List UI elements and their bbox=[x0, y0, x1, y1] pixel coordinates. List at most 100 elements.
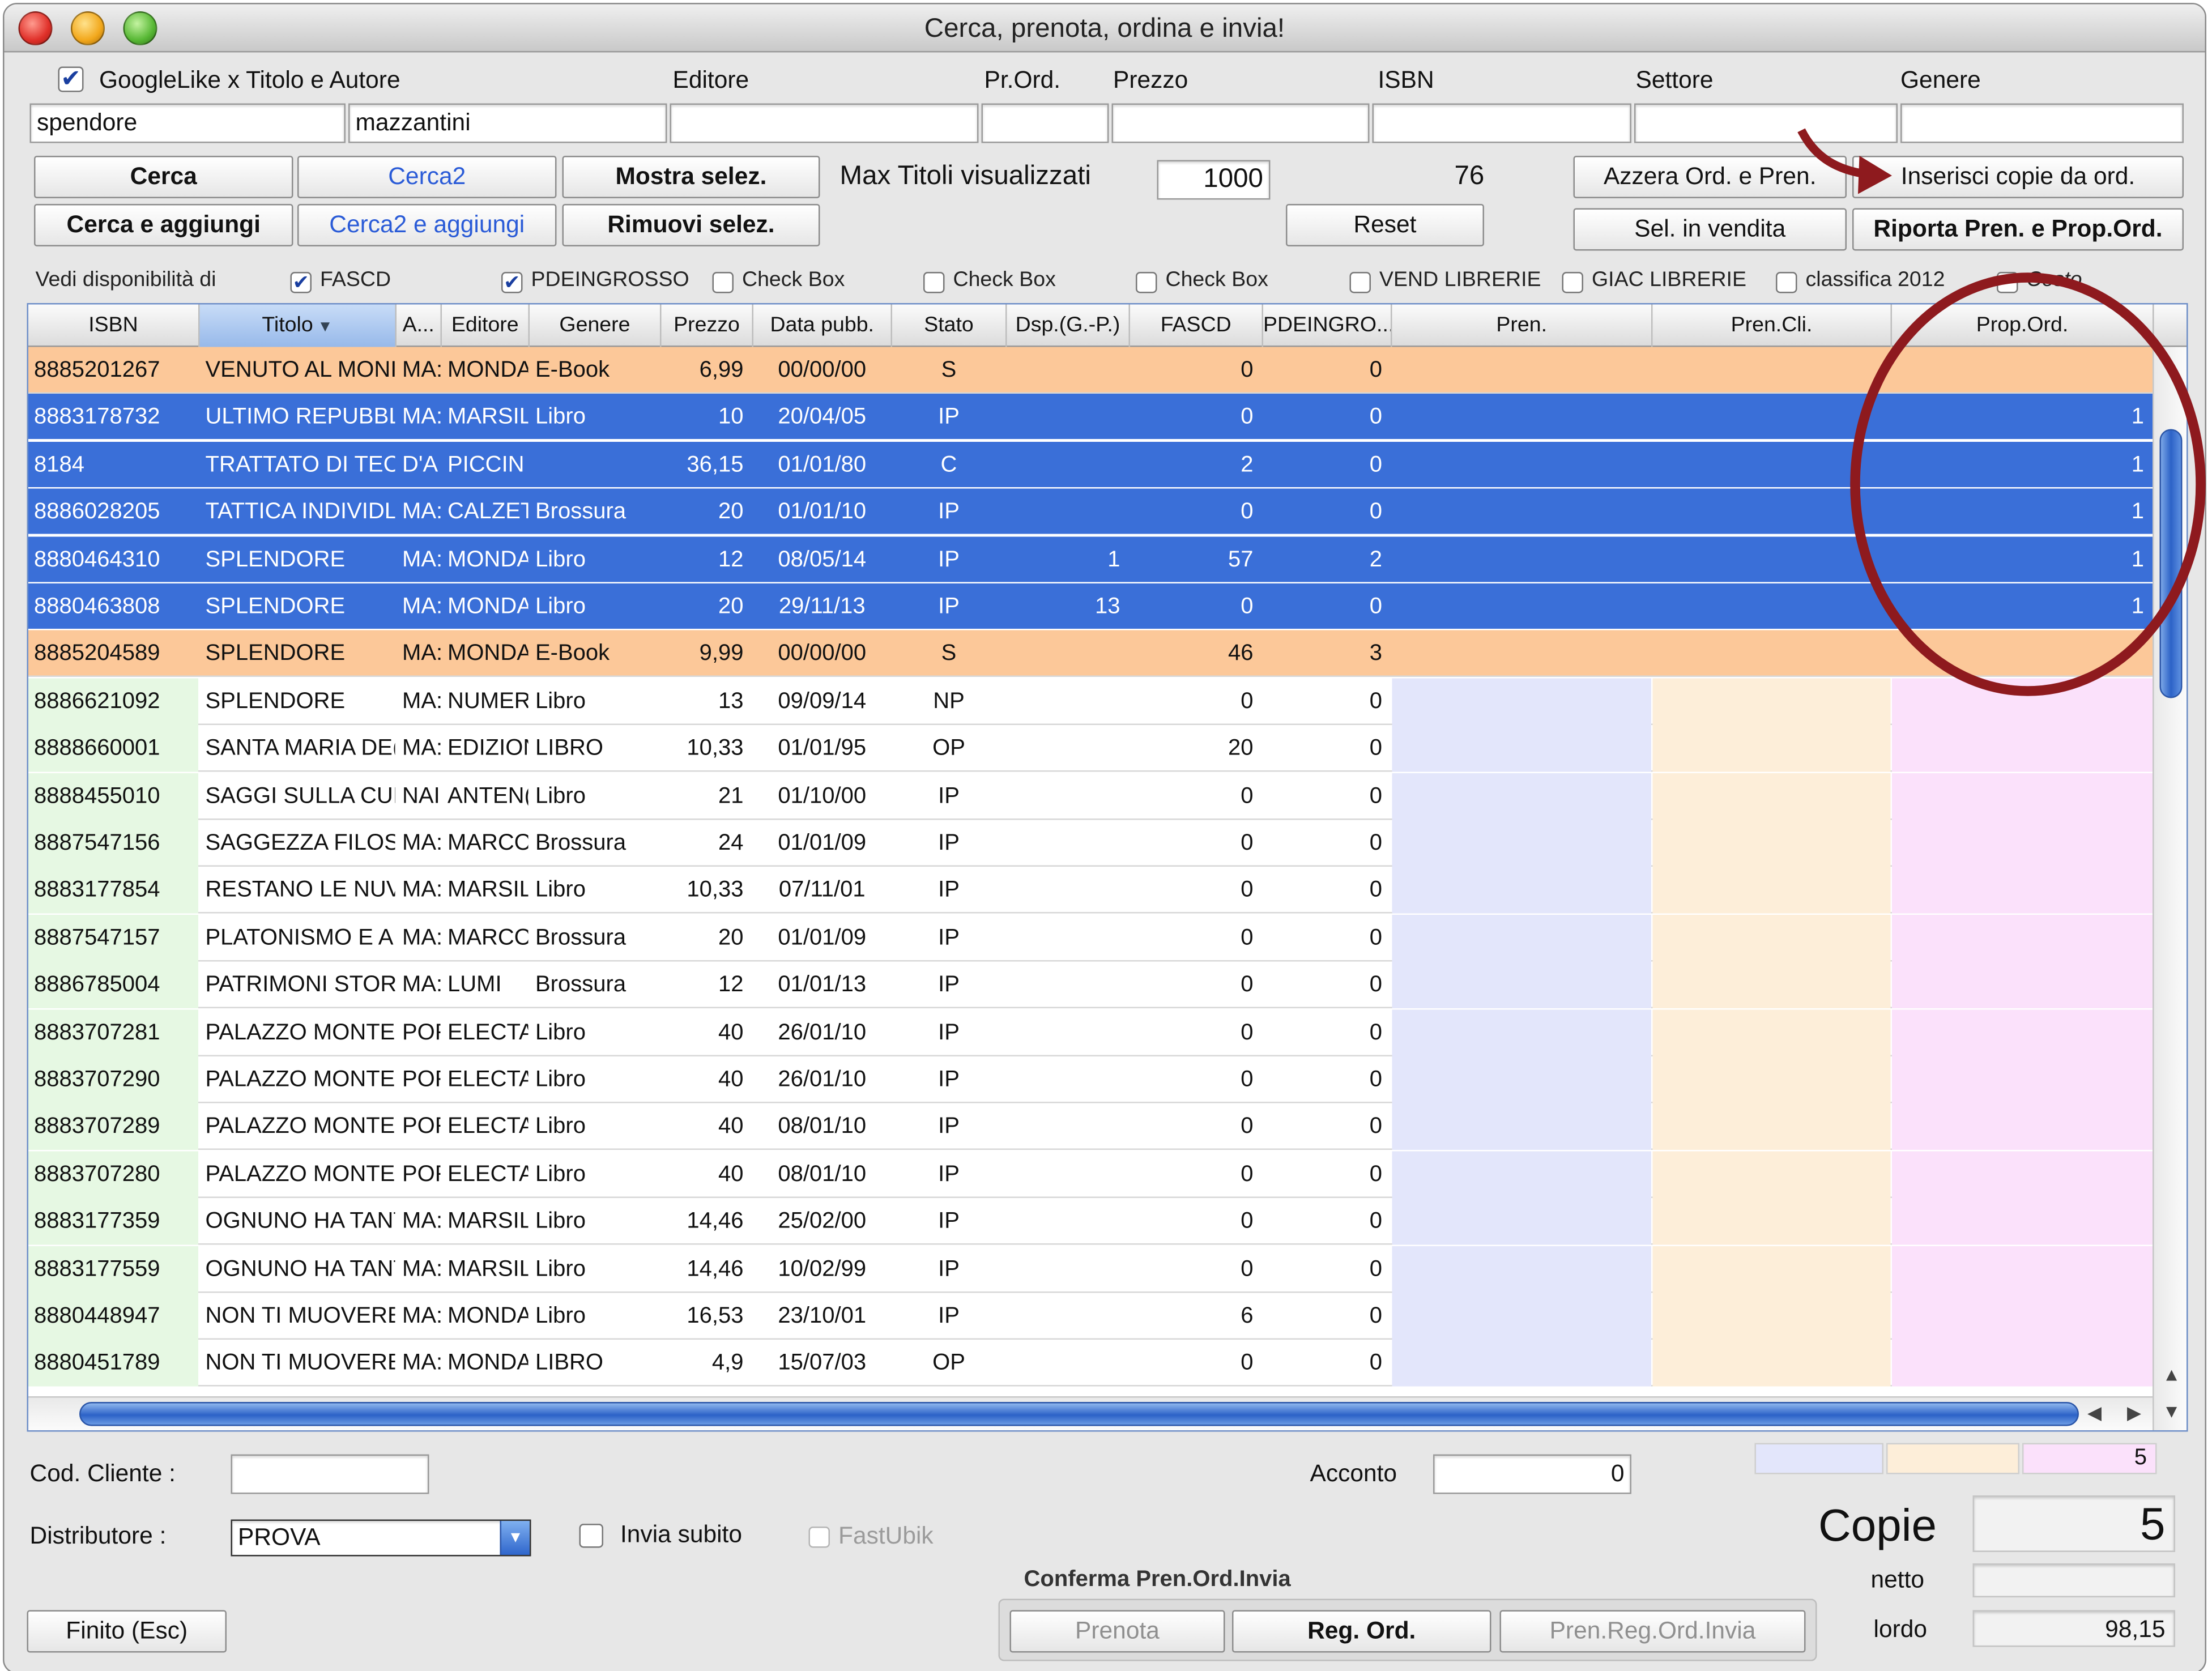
autore-input[interactable]: mazzantini bbox=[348, 103, 667, 143]
header-autore[interactable]: A... bbox=[397, 304, 442, 347]
invia-subito-checkbox[interactable] bbox=[579, 1524, 603, 1548]
header-stato[interactable]: Stato bbox=[892, 304, 1007, 347]
isbn-input[interactable] bbox=[1372, 103, 1631, 143]
isbn-label: ISBN bbox=[1378, 66, 1434, 94]
cell-fascd: 0 bbox=[1241, 1209, 1254, 1234]
cell-dsp bbox=[1007, 1009, 1129, 1056]
cerca2-aggiungi-button[interactable]: Cerca2 e aggiungi bbox=[297, 204, 557, 246]
table-row[interactable]: 8883707280 PALAZZO MONTE(POFELECTALibro 40… bbox=[28, 1150, 2153, 1198]
scroll-down-icon[interactable]: ▼ bbox=[2163, 1401, 2181, 1422]
header-label: Prezzo bbox=[674, 313, 740, 338]
azzera-ord-pren-button[interactable]: Azzera Ord. e Pren. bbox=[1573, 156, 1847, 198]
reg-ord-button[interactable]: Reg. Ord. bbox=[1232, 1610, 1491, 1653]
giac-librerie-checkbox[interactable] bbox=[1562, 272, 1583, 293]
table-row[interactable]: 8880463808 SPLENDORE MA: MONDA Libro 20 29/11/… bbox=[28, 583, 2153, 630]
cell-prezzo: 12 bbox=[718, 547, 744, 572]
table-row[interactable]: 8886621092 SPLENDORE MA: NUMERI Libro 13 09/09… bbox=[28, 677, 2153, 725]
table-row[interactable]: 8883177359 OGNUNO HA TANT MA:MARSILILibro 1… bbox=[28, 1198, 2153, 1245]
header-propord[interactable]: Prop.Ord. bbox=[1892, 304, 2154, 347]
editore-input[interactable] bbox=[670, 103, 979, 143]
header-prencli[interactable]: Pren.Cli. bbox=[1653, 304, 1892, 347]
header-editore[interactable]: Editore bbox=[442, 304, 530, 347]
inserisci-copie-button[interactable]: Inserisci copie da ord. bbox=[1852, 156, 2184, 198]
table-row[interactable]: 8883177559 OGNUNO HA TANT MA:MARSILILibro 1… bbox=[28, 1245, 2153, 1293]
table-row[interactable]: 8887547156 SAGGEZZA FILOSC MA: MARCO Brossur… bbox=[28, 820, 2153, 867]
table-row[interactable]: 8885204589 SPLENDORE MA: MONDA E-Book 9,99 00/… bbox=[28, 630, 2153, 677]
fascd-checkbox[interactable] bbox=[290, 272, 312, 293]
prenota-button[interactable]: Prenota bbox=[1009, 1610, 1225, 1653]
vertical-scrollbar[interactable]: ▲ ▼ bbox=[2153, 347, 2187, 1430]
chevron-down-icon[interactable]: ▼ bbox=[500, 1521, 530, 1555]
cell-dsp: 13 bbox=[1095, 595, 1120, 619]
riporta-pren-button[interactable]: Riporta Pren. e Prop.Ord. bbox=[1852, 208, 2184, 251]
header-fascd[interactable]: FASCD bbox=[1130, 304, 1263, 347]
header-genere[interactable]: Genere bbox=[530, 304, 662, 347]
cell-prencli bbox=[1652, 820, 1891, 867]
table-row[interactable]: 8888455010 SAGGI SULLA CUL NAI ANTEN(Libro 2… bbox=[28, 772, 2153, 820]
table-row[interactable]: 8880464310 SPLENDORE MA: MONDA Libro 12 08/05/… bbox=[28, 536, 2153, 583]
checkbox-2[interactable] bbox=[923, 272, 945, 293]
finito-button[interactable]: Finito (Esc) bbox=[27, 1610, 227, 1653]
vertical-scroll-thumb[interactable] bbox=[2159, 429, 2183, 698]
cerca-aggiungi-button[interactable]: Cerca e aggiungi bbox=[34, 204, 293, 246]
pren-reg-ord-invia-button[interactable]: Pren.Reg.Ord.Invia bbox=[1499, 1610, 1806, 1653]
scroll-up-icon[interactable]: ▲ bbox=[2163, 1364, 2181, 1386]
settore-input[interactable] bbox=[1634, 103, 1898, 143]
cell-genere: Libro bbox=[535, 878, 586, 903]
rimuovi-selez-button[interactable]: Rimuovi selez. bbox=[562, 204, 820, 246]
prezzo-input[interactable] bbox=[1111, 103, 1370, 143]
prord-input[interactable] bbox=[981, 103, 1109, 143]
titolo-input[interactable]: spendore bbox=[29, 103, 346, 143]
cell-titolo: SPLENDORE bbox=[205, 642, 346, 666]
header-titolo[interactable]: Titolo ▼ bbox=[199, 304, 397, 347]
table-row[interactable]: 8880451789 NON TI MUOVERE MA: MONDA LIBRO 4,9… bbox=[28, 1340, 2153, 1387]
sel-vendita-button[interactable]: Sel. in vendita bbox=[1573, 208, 1847, 251]
table-row[interactable]: 8886785004 PATRIMONI STORI MA: LUMI Brossura… bbox=[28, 961, 2153, 1009]
header-data[interactable]: Data pubb. bbox=[753, 304, 892, 347]
table-row[interactable]: 8880448947 NON TI MUOVERE MA: MONDA Libro 16,… bbox=[28, 1293, 2153, 1340]
cell-data: 25/02/00 bbox=[778, 1209, 867, 1234]
horizontal-scroll-thumb[interactable] bbox=[79, 1402, 2079, 1426]
cod-cliente-input[interactable] bbox=[231, 1454, 429, 1494]
table-row[interactable]: 8888660001 SANTA MARIA DE(MA:EDIZIONLIBRO… bbox=[28, 725, 2153, 772]
lordo-value: 98,15 bbox=[1972, 1610, 2175, 1647]
pdeingrosso-checkbox[interactable] bbox=[501, 272, 523, 293]
table-row[interactable]: 8883177854 RESTANO LE NUV(MA:MARSILILibro… bbox=[28, 867, 2153, 914]
cell-prencli bbox=[1653, 394, 1891, 441]
fastubik-checkbox[interactable] bbox=[808, 1527, 830, 1548]
costo-checkbox[interactable] bbox=[1997, 272, 2018, 293]
horizontal-scrollbar[interactable]: ◀ ▶ bbox=[28, 1396, 2153, 1430]
header-dsp[interactable]: Dsp.(G.-P.) bbox=[1007, 304, 1130, 347]
cerca2-button[interactable]: Cerca2 bbox=[297, 156, 557, 198]
checkbox-3[interactable] bbox=[1136, 272, 1157, 293]
max-titoli-input[interactable]: 1000 bbox=[1157, 160, 1271, 200]
table-row[interactable]: 8184 TRATTATO DI TEC D'A PICCIN 36,15 01/01/8… bbox=[28, 441, 2153, 488]
scroll-right-icon[interactable]: ▶ bbox=[2127, 1402, 2141, 1425]
googlelike-checkbox[interactable] bbox=[58, 66, 84, 92]
vend-librerie-checkbox[interactable] bbox=[1349, 272, 1371, 293]
scroll-left-icon[interactable]: ◀ bbox=[2087, 1402, 2102, 1425]
table-row[interactable]: 8883707289 PALAZZO MONTE(POFELECTALibro 40… bbox=[28, 1103, 2153, 1150]
table-row[interactable]: 8887547157 PLATONISMO E AI MA: MARCO Brossur… bbox=[28, 914, 2153, 961]
genere-input[interactable] bbox=[1900, 103, 2184, 143]
cerca-button[interactable]: Cerca bbox=[34, 156, 293, 198]
classifica-checkbox[interactable] bbox=[1776, 272, 1797, 293]
cell-pde: 0 bbox=[1369, 831, 1382, 856]
header-pren[interactable]: Pren. bbox=[1392, 304, 1653, 347]
header-isbn[interactable]: ISBN bbox=[28, 304, 200, 347]
distributore-select[interactable]: PROVA bbox=[231, 1519, 531, 1557]
table-row[interactable]: 8883178732 ULTIMO REPUBBLI MA:MARSILILibro… bbox=[28, 394, 2153, 441]
cell-autore: MA: bbox=[402, 926, 441, 950]
cell-pde: 2 bbox=[1369, 547, 1382, 572]
table-row[interactable]: 8883707281 PALAZZO MONTE(POFELECTALibro 40… bbox=[28, 1009, 2153, 1056]
header-prezzo[interactable]: Prezzo bbox=[662, 304, 753, 347]
table-row[interactable]: 8883707290 PALAZZO MONTE(POFELECTALibro 40… bbox=[28, 1056, 2153, 1103]
mostra-selez-button[interactable]: Mostra selez. bbox=[562, 156, 820, 198]
checkbox-1[interactable] bbox=[712, 272, 734, 293]
acconto-input[interactable]: 0 bbox=[1433, 1454, 1631, 1494]
table-row[interactable]: 8885201267 VENUTO AL MONI MA: MONDA E-Book 6,… bbox=[28, 347, 2153, 394]
cell-prezzo: 40 bbox=[718, 1020, 744, 1045]
table-row[interactable]: 8886028205 TATTICA INDIVIDL MA: CALZET Bross… bbox=[28, 488, 2153, 536]
header-pdeingrosso[interactable]: PDEINGRO... bbox=[1263, 304, 1392, 347]
reset-button[interactable]: Reset bbox=[1286, 204, 1484, 246]
